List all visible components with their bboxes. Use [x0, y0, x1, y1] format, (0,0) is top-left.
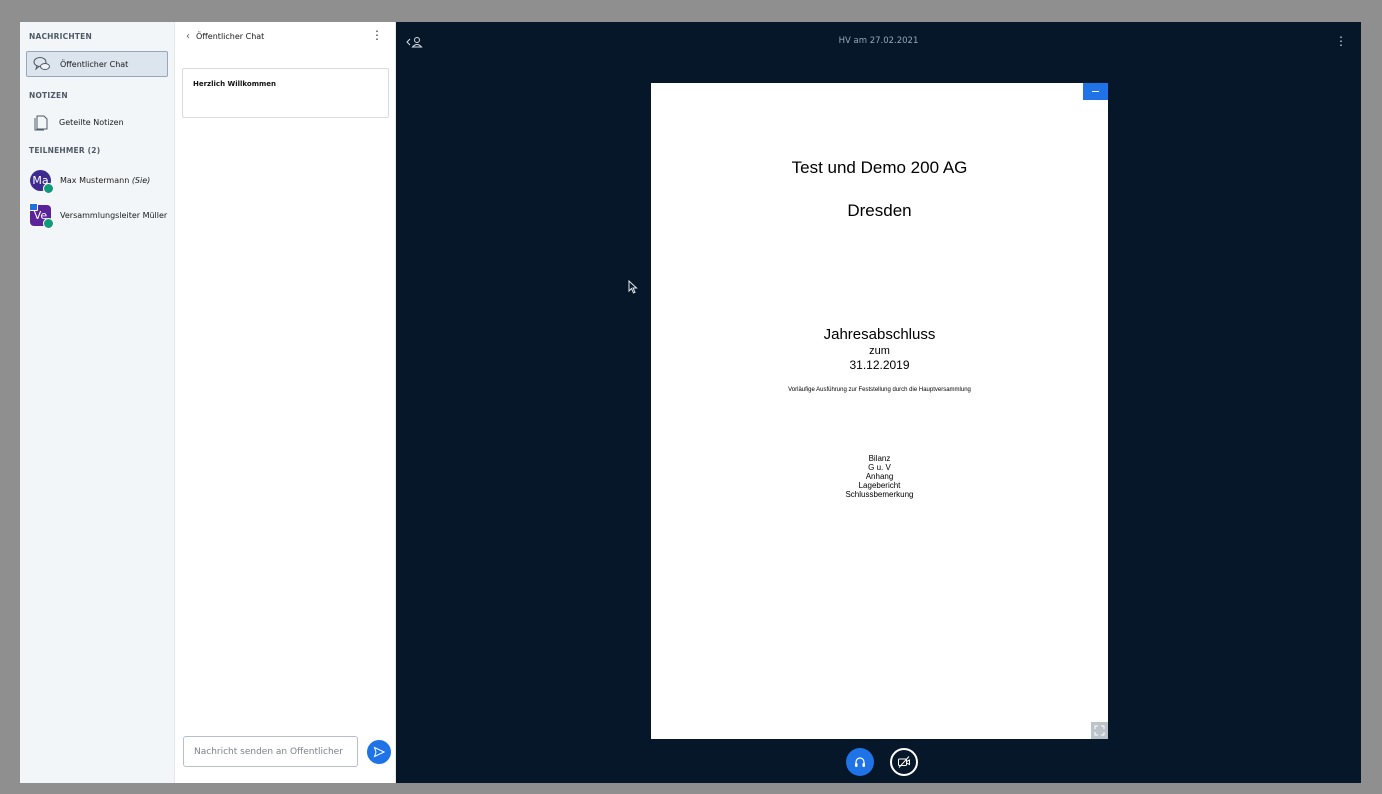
headphones-icon — [855, 757, 865, 767]
participant-name: Max Mustermann (Sie) — [60, 176, 150, 185]
chat-bubbles-icon — [32, 54, 52, 74]
participant-row[interactable]: Ve Versammlungsleiter Müller — [26, 202, 168, 229]
toc-item: Lagebericht — [858, 481, 901, 490]
fullscreen-button[interactable] — [1091, 722, 1108, 739]
welcome-message: Herzlich Willkommen — [182, 68, 389, 118]
slide-heading: Jahresabschluss — [823, 326, 936, 343]
userlist-panel: NACHRICHTEN Öffentlicher Chat NOTIZEN Ge… — [20, 22, 175, 783]
presentation-stage: HV am 27.02.2021 ⋮ Test und Demo 200 AG … — [396, 22, 1361, 783]
slide-toc: Bilanz G u. V Anhang Lagebericht Schluss… — [651, 454, 1108, 499]
video-button[interactable] — [890, 748, 918, 776]
chat-options-icon[interactable]: ⋮ — [371, 28, 383, 42]
voice-status-icon — [43, 182, 54, 194]
shared-notes-item[interactable]: Geteilte Notizen — [26, 109, 168, 135]
chat-panel: ‹ Öffentlicher Chat ⋮ Herzlich Willkomme… — [175, 22, 396, 783]
mouse-cursor-icon — [628, 279, 638, 298]
shared-notes-label: Geteilte Notizen — [59, 117, 124, 127]
public-chat-label: Öffentlicher Chat — [60, 59, 129, 69]
avatar: Ma — [30, 169, 54, 194]
chat-header: ‹ Öffentlicher Chat ⋮ — [175, 22, 395, 50]
toc-item: G u. V — [868, 463, 891, 472]
participants-section-title: TEILNEHMER (2) — [29, 146, 101, 155]
notes-section-title: NOTIZEN — [29, 91, 68, 100]
chat-title[interactable]: Öffentlicher Chat — [196, 32, 264, 41]
presentation-slide: Test und Demo 200 AG Dresden Jahresabsch… — [651, 83, 1108, 739]
slide-city: Dresden — [847, 201, 912, 220]
voice-status-icon — [43, 217, 54, 229]
audio-button[interactable] — [846, 748, 874, 776]
camera-off-icon — [898, 756, 910, 768]
participant-name: Versammlungsleiter Müller — [60, 210, 168, 220]
slide-date: 31.12.2019 — [849, 358, 910, 372]
fullscreen-icon — [1094, 725, 1105, 736]
notes-icon — [31, 112, 51, 132]
options-icon[interactable]: ⋮ — [1335, 34, 1347, 48]
meeting-title: HV am 27.02.2021 — [838, 36, 919, 46]
minus-icon — [1092, 91, 1099, 92]
send-message-button[interactable] — [367, 740, 391, 764]
presenter-icon — [29, 202, 38, 211]
minimize-presentation-button[interactable] — [1083, 83, 1108, 100]
participant-row[interactable]: Ma Max Mustermann (Sie) — [26, 167, 168, 194]
messages-section-title: NACHRICHTEN — [29, 32, 92, 41]
slide-zum: zum — [869, 345, 890, 357]
slide-company: Test und Demo 200 AG — [791, 158, 968, 177]
toc-item: Anhang — [865, 472, 894, 481]
chevron-left-icon[interactable]: ‹ — [186, 31, 190, 42]
slide-subtitle: Vorläufige Ausführung zur Feststellung d… — [788, 387, 971, 393]
chat-message-input[interactable] — [183, 736, 358, 767]
send-icon — [373, 746, 385, 758]
meeting-app: NACHRICHTEN Öffentlicher Chat NOTIZEN Ge… — [20, 22, 1361, 783]
participant-name-text: Max Mustermann — [60, 175, 130, 185]
self-marker: (Sie) — [131, 175, 151, 185]
toc-item: Bilanz — [868, 454, 891, 463]
avatar: Ve — [29, 202, 54, 229]
public-chat-item[interactable]: Öffentlicher Chat — [26, 51, 168, 77]
toc-item: Schlussbemerkung — [845, 490, 914, 499]
